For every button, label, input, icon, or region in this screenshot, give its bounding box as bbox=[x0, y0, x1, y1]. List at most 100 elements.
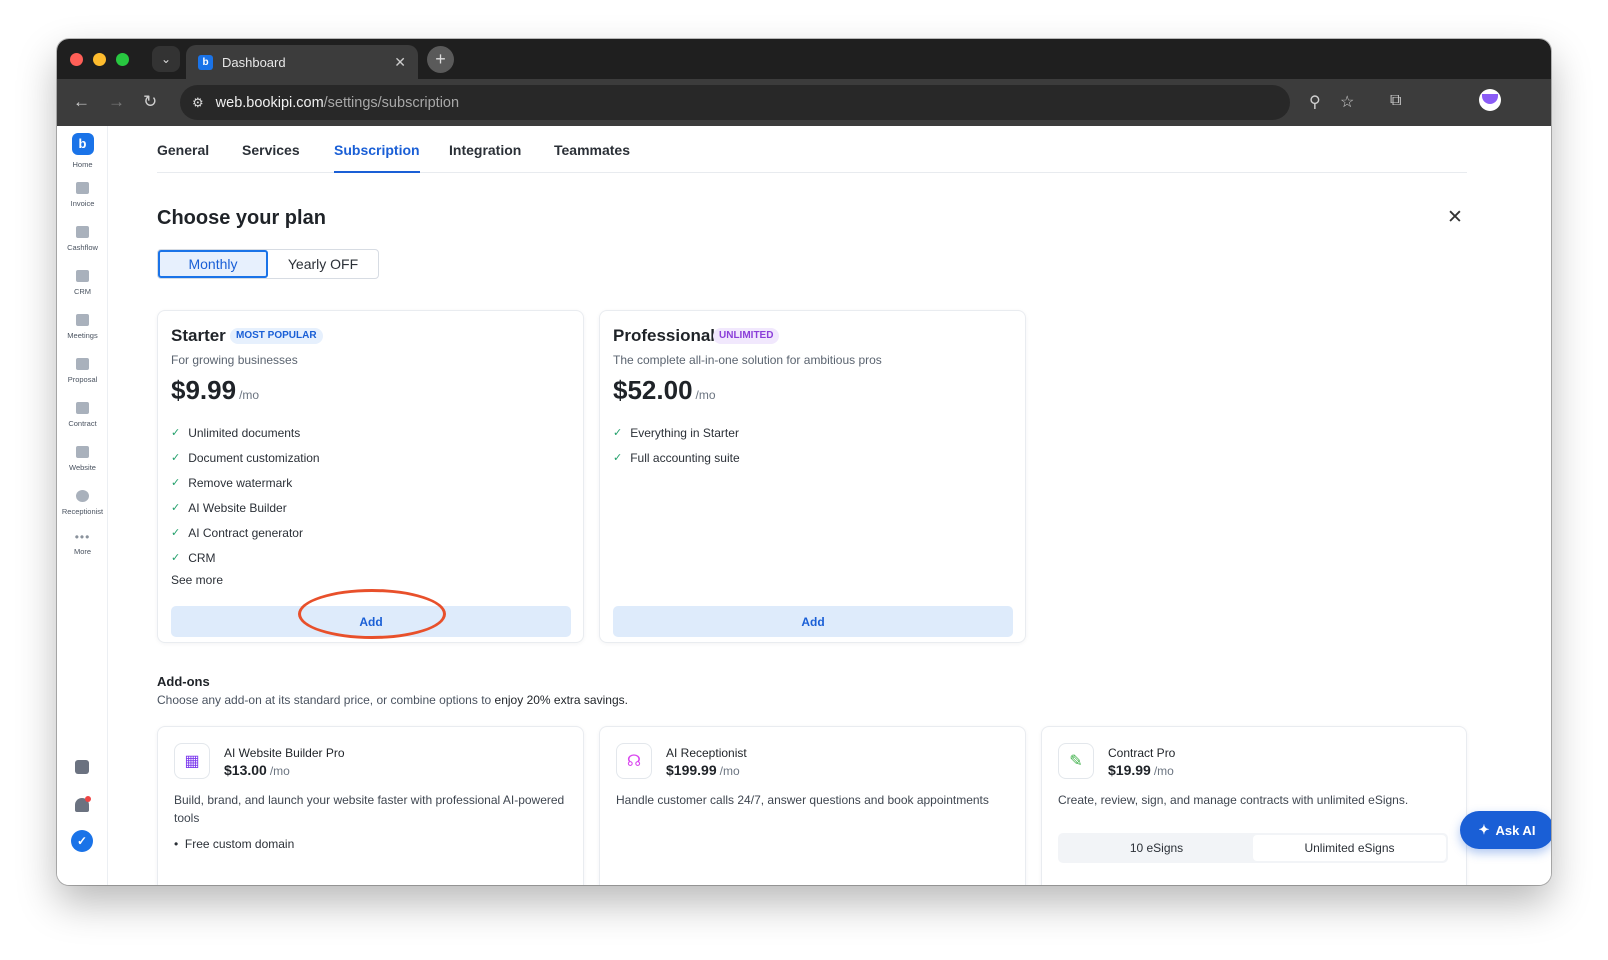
app-content: b Home Invoice Cashflow CRM Meetings Pro… bbox=[57, 126, 1551, 885]
sparkle-icon: ✦ bbox=[1478, 822, 1490, 837]
addons-title: Add-ons bbox=[157, 674, 210, 689]
addon-card-website-builder: ▦ AI Website Builder Pro $13.00/mo Build… bbox=[157, 726, 584, 885]
new-tab-plus-icon[interactable]: + bbox=[427, 46, 454, 73]
addon-price-value: $13.00 bbox=[224, 762, 267, 778]
addons-savings-highlight: enjoy 20% extra savings. bbox=[494, 693, 628, 707]
sidebar-item-contract[interactable]: Contract bbox=[57, 402, 108, 428]
plan-price-value: $9.99 bbox=[171, 375, 237, 405]
tab-integration[interactable]: Integration bbox=[449, 142, 521, 158]
list-item: ✓ Full accounting suite bbox=[613, 445, 740, 470]
plan-description: For growing businesses bbox=[171, 353, 298, 367]
feature-text: Full accounting suite bbox=[630, 450, 740, 465]
list-item: ✓ Remove watermark bbox=[171, 470, 320, 495]
profile-avatar[interactable] bbox=[1479, 89, 1501, 111]
list-item: ✓ Unlimited documents bbox=[171, 420, 320, 445]
plan-badge: MOST POPULAR bbox=[230, 328, 323, 344]
sidebar-item-website[interactable]: Website bbox=[57, 446, 108, 472]
bookipi-favicon-icon: b bbox=[198, 54, 213, 70]
tab-subscription[interactable]: Subscription bbox=[334, 142, 420, 173]
proposal-icon bbox=[76, 358, 89, 370]
bookmark-star-icon[interactable]: ☆ bbox=[1340, 92, 1354, 112]
back-arrow-icon[interactable]: ← bbox=[73, 92, 90, 112]
plan-name: Professional bbox=[613, 326, 716, 345]
check-icon: ✓ bbox=[171, 477, 181, 489]
tab-search-chevron-icon[interactable]: ⌄ bbox=[152, 46, 180, 72]
monthly-option[interactable]: Monthly bbox=[158, 250, 269, 278]
plan-price-value: $52.00 bbox=[613, 375, 693, 405]
plan-price-period: /mo bbox=[239, 388, 260, 402]
forward-arrow-icon[interactable]: → bbox=[108, 92, 125, 112]
site-settings-icon[interactable]: ⚙ bbox=[192, 95, 204, 111]
sidebar-item-meetings[interactable]: Meetings bbox=[57, 314, 108, 340]
browser-tab-bar: ⌄ b Dashboard ✕ + bbox=[57, 39, 1551, 79]
feature-text: Unlimited documents bbox=[188, 425, 301, 440]
invoice-icon bbox=[76, 182, 89, 194]
main-panel: General Services Subscription Integratio… bbox=[157, 126, 1551, 885]
cashflow-icon bbox=[76, 226, 89, 238]
gift-icon[interactable] bbox=[75, 760, 89, 774]
sidebar-item-home[interactable]: b Home bbox=[57, 133, 108, 169]
option-unlimited-esigns[interactable]: Unlimited eSigns bbox=[1253, 835, 1446, 861]
addon-title: AI Receptionist bbox=[666, 746, 747, 760]
settings-tabs: General Services Subscription Integratio… bbox=[157, 126, 1467, 173]
contract-icon bbox=[76, 402, 89, 414]
addons-description-text: Choose any add-on at its standard price,… bbox=[157, 693, 492, 707]
window-close-button[interactable] bbox=[70, 53, 83, 66]
option-10-esigns[interactable]: 10 eSigns bbox=[1060, 835, 1253, 861]
tab-services[interactable]: Services bbox=[242, 142, 300, 158]
browser-tab-title: Dashboard bbox=[222, 54, 286, 70]
sidebar-item-label: More bbox=[73, 547, 92, 556]
addon-price: $13.00/mo bbox=[224, 762, 290, 778]
check-icon: ✓ bbox=[171, 527, 181, 539]
sidebar-item-invoice[interactable]: Invoice bbox=[57, 182, 108, 208]
plan-card-starter: Starter MOST POPULAR For growing busines… bbox=[157, 310, 584, 643]
reload-icon[interactable]: ↻ bbox=[143, 92, 157, 112]
tab-general[interactable]: General bbox=[157, 142, 209, 158]
website-icon bbox=[76, 446, 89, 458]
billing-period-toggle: Monthly Yearly OFF bbox=[157, 249, 379, 279]
addon-card-contract-pro: ✎ Contract Pro $19.99/mo Create, review,… bbox=[1041, 726, 1467, 885]
sidebar-item-crm[interactable]: CRM bbox=[57, 270, 108, 296]
close-icon[interactable]: ✕ bbox=[1447, 206, 1463, 229]
yearly-option[interactable]: Yearly OFF bbox=[268, 250, 378, 278]
addon-price-period: /mo bbox=[1153, 764, 1174, 778]
addon-price-value: $19.99 bbox=[1108, 762, 1151, 778]
addon-price: $19.99/mo bbox=[1108, 762, 1174, 778]
bookipi-logo-icon: b bbox=[71, 133, 94, 155]
feature-text: Document customization bbox=[188, 450, 320, 465]
feature-text: CRM bbox=[188, 550, 216, 565]
browser-toolbar: ← → ↻ ⚙ web.bookipi.com/settings/subscri… bbox=[57, 79, 1551, 126]
extensions-puzzle-icon[interactable]: ⧉ bbox=[1390, 92, 1401, 110]
sidebar-item-label: Meetings bbox=[67, 331, 98, 340]
feature-text: Remove watermark bbox=[188, 475, 293, 490]
sidebar-item-proposal[interactable]: Proposal bbox=[57, 358, 108, 384]
tab-teammates[interactable]: Teammates bbox=[554, 142, 630, 158]
window-minimize-button[interactable] bbox=[93, 53, 106, 66]
contract-pro-icon: ✎ bbox=[1058, 743, 1094, 779]
browser-tab[interactable]: b Dashboard ✕ bbox=[186, 45, 418, 79]
url-host: web.bookipi.com bbox=[215, 94, 324, 111]
annotation-highlight-ring bbox=[298, 589, 446, 639]
feature-text: AI Website Builder bbox=[188, 500, 287, 515]
list-item: ✓ Everything in Starter bbox=[613, 420, 740, 445]
addon-description: Create, review, sign, and manage contrac… bbox=[1058, 793, 1409, 807]
addon-bullet-text: Free custom domain bbox=[184, 837, 295, 851]
add-professional-button[interactable]: Add bbox=[613, 606, 1013, 637]
address-bar[interactable]: ⚙ web.bookipi.com/settings/subscription bbox=[180, 85, 1290, 120]
ask-ai-button[interactable]: ✦ Ask AI bbox=[1460, 811, 1551, 849]
notification-bell-icon[interactable] bbox=[75, 796, 91, 812]
list-item: ✓ Document customization bbox=[171, 445, 320, 470]
sidebar-item-label: Proposal bbox=[67, 375, 98, 384]
plan-card-professional: Professional UNLIMITED The complete all-… bbox=[599, 310, 1026, 643]
sidebar-item-label: Invoice bbox=[70, 199, 95, 208]
sidebar-item-receptionist[interactable]: Receptionist bbox=[57, 490, 108, 516]
addon-description: Handle customer calls 24/7, answer quest… bbox=[616, 793, 989, 807]
bookipi-brand-icon[interactable]: ✓ bbox=[71, 830, 93, 852]
tab-close-icon[interactable]: ✕ bbox=[394, 54, 406, 71]
zoom-icon[interactable]: ⚲ bbox=[1309, 92, 1321, 112]
see-more-link[interactable]: See more bbox=[171, 573, 223, 587]
sidebar-item-more[interactable]: ••• More bbox=[57, 531, 108, 556]
window-maximize-button[interactable] bbox=[116, 53, 129, 66]
check-icon: ✓ bbox=[613, 452, 623, 464]
sidebar-item-cashflow[interactable]: Cashflow bbox=[57, 226, 108, 252]
